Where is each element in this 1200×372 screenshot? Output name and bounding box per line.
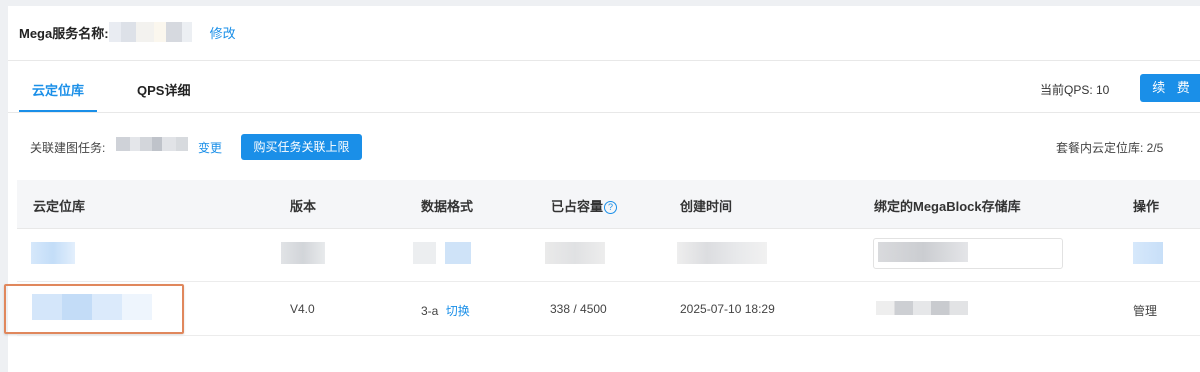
service-name-label: Mega服务名称:: [19, 25, 109, 41]
edit-service-name-link[interactable]: 修改: [210, 23, 236, 42]
megablock-redacted: [876, 301, 968, 315]
top-strip: [0, 0, 1200, 6]
capacity-redacted: [545, 242, 605, 264]
manage-link[interactable]: 管理: [1133, 302, 1157, 319]
version-redacted: [281, 242, 325, 264]
highlight-selection-box: [4, 284, 184, 334]
column-header-format: 数据格式: [421, 199, 474, 214]
service-name-row: Mega服务名称: 修改: [19, 22, 236, 42]
buy-task-limit-button[interactable]: 购买任务关联上限: [241, 134, 362, 160]
column-header-actions: 操作: [1133, 199, 1160, 214]
switch-format-link[interactable]: 切换: [446, 304, 470, 318]
format-redacted: [413, 242, 471, 264]
row-created-time: 2025-07-10 18:29: [680, 302, 775, 316]
column-header-capacity: 已占容量?: [551, 196, 618, 215]
column-header-version: 版本: [290, 199, 317, 214]
divider: [8, 112, 1200, 113]
linked-task-label: 关联建图任务:: [30, 141, 106, 155]
megablock-redacted: [878, 242, 968, 262]
row-format: 3-a 切换: [421, 302, 470, 319]
action-redacted: [1133, 242, 1163, 264]
row-divider: [17, 281, 1200, 282]
library-name-redacted: [31, 242, 75, 264]
row-version: V4.0: [290, 302, 315, 316]
service-name-redacted: [108, 22, 192, 42]
column-header-megablock: 绑定的MegaBlock存储库: [874, 199, 1021, 214]
format-value: 3-a: [421, 304, 439, 318]
column-header-created: 创建时间: [680, 199, 733, 214]
column-header-library: 云定位库: [33, 199, 86, 214]
row-capacity: 338 / 4500: [550, 302, 607, 316]
current-qps: 当前QPS: 10: [1040, 83, 1110, 97]
plan-quota: 套餐内云定位库: 2/5: [1056, 141, 1164, 155]
tab-cloud-location-library[interactable]: 云定位库: [32, 80, 84, 99]
change-task-link[interactable]: 变更: [198, 139, 222, 156]
divider: [8, 60, 1200, 61]
linked-task-redacted: [116, 137, 188, 151]
tab-qps-details[interactable]: QPS详细: [137, 80, 190, 99]
capacity-header-label: 已占容量: [551, 199, 604, 214]
row-divider: [17, 335, 1200, 336]
created-redacted: [677, 242, 767, 264]
help-icon[interactable]: ?: [604, 201, 618, 214]
renew-button[interactable]: 续 费: [1140, 74, 1200, 102]
